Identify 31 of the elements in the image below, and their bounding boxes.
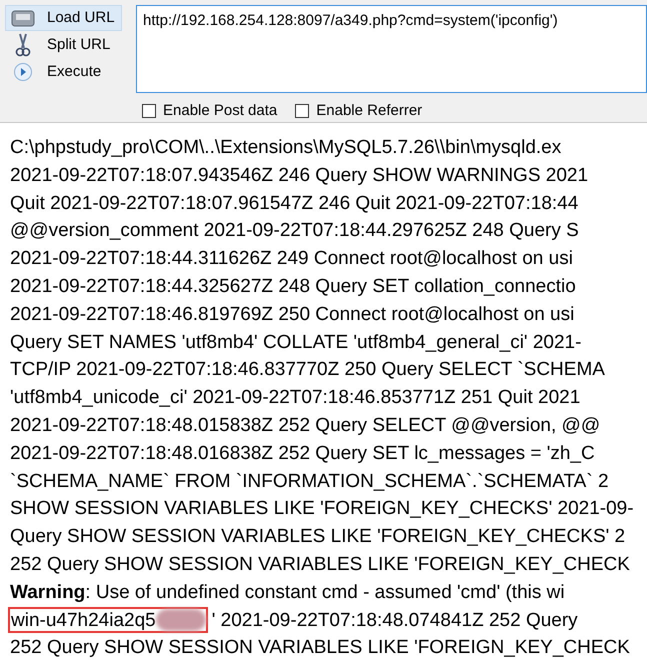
output-line: @@version_comment 2021-09-22T07:18:44.297625Z 248 Query S [10, 219, 579, 244]
output-line: 252 Query SHOW SESSION VARIABLES LIKE 'FOREIGN_KEY_CHECK [10, 552, 630, 577]
output-line: 2021-09-22T07:18:46.819769Z 250 Connect root@localhost on usi [10, 302, 574, 327]
output-line: Query SHOW SESSION VARIABLES LIKE 'FOREIGN_KEY_CHECKS' 2 [10, 525, 626, 550]
output-line: 'utf8mb4_unicode_ci' 2021-09-22T07:18:46.853771Z 251 Quit 2021 [10, 386, 580, 410]
toolbar-button[interactable]: Split URL [5, 32, 122, 58]
output-line: Quit 2021-09-22T07:18:07.961547Z 246 Quit 2021-09-22T07:18:44 [10, 192, 578, 216]
toolbar-button[interactable]: Execute [5, 59, 122, 85]
output-line: `SCHEMA_NAME` FROM `INFORMATION_SCHEMA`.`SCHEMATA` 2 [10, 470, 609, 494]
output-line: 252 Query SHOW SESSION VARIABLES LIKE 'FOREIGN_KEY_CHECK [10, 636, 630, 660]
redaction-blur [156, 609, 206, 632]
toolbar-button[interactable]: Load URL [5, 5, 122, 31]
output-line: 2021-09-22T07:18:44.325627Z 248 Query SET collation_connectio [10, 274, 576, 299]
url-field[interactable]: http://192.168.254.128:8097/a349.php?cmd=system('ipconfig') [136, 5, 647, 92]
checkbox[interactable] [295, 104, 310, 118]
output-line: 2021-09-22T07:18:48.015838Z 252 Query SELECT @@version, @@ [10, 414, 600, 438]
warning-line: Warning: Use of undefined constant cmd - assumed 'cmd' (this wi [10, 580, 565, 605]
checkbox-label: Enable Referrer [316, 100, 422, 120]
hostname-text: win-u47h24ia2q5 [11, 608, 156, 633]
output-line: Query SET NAMES 'utf8mb4' COLLATE 'utf8mb4_general_ci' 2021- [10, 330, 582, 355]
output-line: 2021-09-22T07:18:07.943546Z 246 Query SHOW WARNINGS 2021 [10, 164, 588, 188]
output-line: 2021-09-22T07:18:44.311626Z 249 Connect root@localhost on usi [10, 247, 573, 272]
play-icon [13, 62, 33, 82]
checkbox-label: Enable Post data [163, 100, 278, 120]
output-line: SHOW SESSION VARIABLES LIKE 'FOREIGN_KEY_CHECKS' 2021-09- [10, 497, 634, 522]
checkbox[interactable] [142, 104, 156, 118]
output-line: C:\phpstudy_pro\COM\..\Extensions\MySQL5.7.26\\bin\mysqld.ex [10, 136, 562, 160]
output-line: TCP/IP 2021-09-22T07:18:46.837770Z 250 Query SELECT `SCHEMA [10, 358, 605, 382]
output-line: ' 2021-09-22T07:18:48.074841Z 252 Query [212, 608, 578, 633]
output-line: 2021-09-22T07:18:48.016838Z 252 Query SET lc_messages = 'zh_C [10, 442, 595, 466]
scissors-icon [15, 33, 31, 57]
